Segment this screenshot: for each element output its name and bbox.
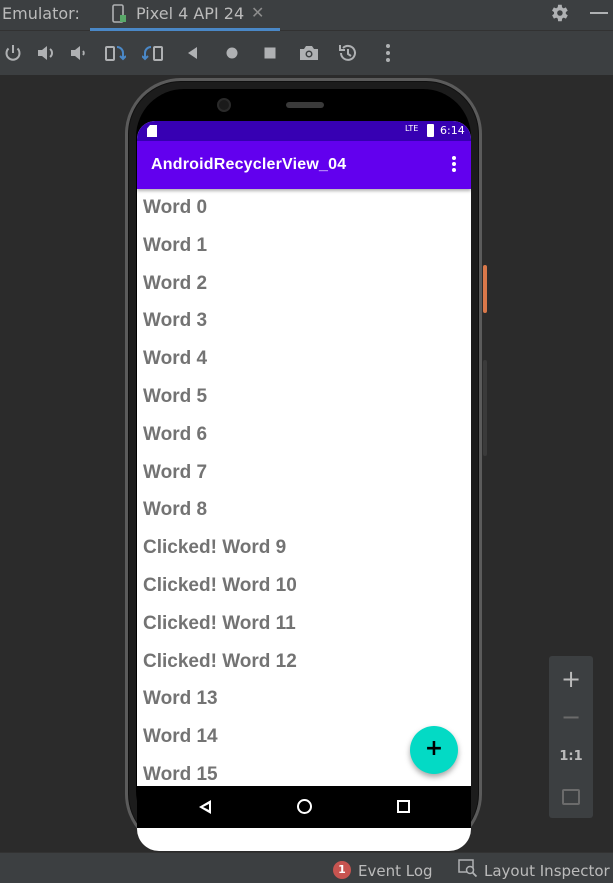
list-item[interactable]: Word 6 xyxy=(137,416,471,454)
volume-rocker[interactable] xyxy=(483,360,487,456)
home-icon[interactable] xyxy=(221,42,243,64)
list-item[interactable]: Clicked! Word 12 xyxy=(137,643,471,681)
battery-icon xyxy=(427,124,434,137)
gear-icon[interactable] xyxy=(548,2,570,24)
power-icon[interactable] xyxy=(2,42,24,64)
earpiece-speaker xyxy=(286,102,324,108)
snapshot-icon[interactable] xyxy=(337,42,359,64)
overflow-menu-icon[interactable] xyxy=(446,156,462,176)
screenshot-icon[interactable] xyxy=(298,42,320,64)
network-indicator: LTE xyxy=(405,124,419,133)
list-item[interactable]: Clicked! Word 11 xyxy=(137,605,471,643)
power-button[interactable] xyxy=(483,265,487,313)
recycler-view[interactable]: Word 0 Word 1 Word 2 Word 3 Word 4 Word 5 Word… xyxy=(137,189,471,786)
event-log-button[interactable]: Event Log xyxy=(358,862,433,880)
zoom-in-button[interactable]: + xyxy=(549,660,593,698)
list-item[interactable]: Word 3 xyxy=(137,302,471,340)
list-item[interactable]: Word 8 xyxy=(137,491,471,529)
add-fab-button[interactable]: + xyxy=(410,726,458,774)
device-tab-label: Pixel 4 API 24 xyxy=(136,4,245,23)
emulator-titlebar: Emulator: Pixel 4 API 24 ✕ xyxy=(0,0,613,31)
rotate-left-icon[interactable] xyxy=(104,42,127,64)
zoom-controls: + − 1:1 xyxy=(549,656,593,818)
back-icon[interactable] xyxy=(182,42,204,64)
zoom-fit-button[interactable] xyxy=(549,778,593,816)
list-item[interactable]: Clicked! Word 9 xyxy=(137,529,471,567)
layout-inspector-button[interactable]: Layout Inspector xyxy=(484,862,610,880)
minimize-icon[interactable] xyxy=(590,12,608,14)
list-item[interactable]: Word 0 xyxy=(137,189,471,227)
event-count-badge: 1 xyxy=(333,861,351,879)
rotate-right-icon[interactable] xyxy=(141,42,164,64)
layout-inspector-icon xyxy=(458,859,478,877)
front-camera xyxy=(217,98,231,112)
list-item[interactable]: Word 2 xyxy=(137,265,471,303)
device-icon xyxy=(112,4,126,23)
status-time: 6:14 xyxy=(440,124,465,137)
volume-down-icon[interactable] xyxy=(68,42,90,64)
android-status-bar: LTE 6:14 xyxy=(137,121,471,141)
ide-status-bar: 1 Event Log Layout Inspector xyxy=(0,852,613,883)
more-icon[interactable] xyxy=(377,42,399,64)
list-item[interactable]: Word 13 xyxy=(137,680,471,718)
list-item[interactable]: Clicked! Word 10 xyxy=(137,567,471,605)
fit-screen-icon xyxy=(562,789,580,805)
sd-card-icon xyxy=(147,125,157,137)
list-item[interactable]: Word 1 xyxy=(137,227,471,265)
overview-icon[interactable] xyxy=(259,42,281,64)
close-icon[interactable]: ✕ xyxy=(251,3,264,22)
emulator-toolbar xyxy=(0,31,613,75)
zoom-actual-size-button[interactable]: 1:1 xyxy=(549,738,593,776)
nav-back-icon-inner xyxy=(203,804,209,810)
device-screen[interactable]: LTE 6:14 AndroidRecyclerView_04 Word 0 Wo… xyxy=(137,121,471,851)
emulator-label: Emulator: xyxy=(2,4,80,23)
list-item[interactable]: Word 5 xyxy=(137,378,471,416)
nav-home-icon[interactable] xyxy=(297,799,312,814)
volume-up-icon[interactable] xyxy=(35,42,57,64)
app-bar: AndroidRecyclerView_04 xyxy=(137,141,471,189)
android-nav-bar xyxy=(137,786,471,828)
device-tab[interactable]: Pixel 4 API 24 ✕ xyxy=(90,0,280,31)
app-title: AndroidRecyclerView_04 xyxy=(151,156,347,173)
zoom-out-button[interactable]: − xyxy=(549,698,593,736)
list-item[interactable]: Word 4 xyxy=(137,340,471,378)
list-item[interactable]: Word 7 xyxy=(137,454,471,492)
nav-recents-icon[interactable] xyxy=(397,800,410,813)
